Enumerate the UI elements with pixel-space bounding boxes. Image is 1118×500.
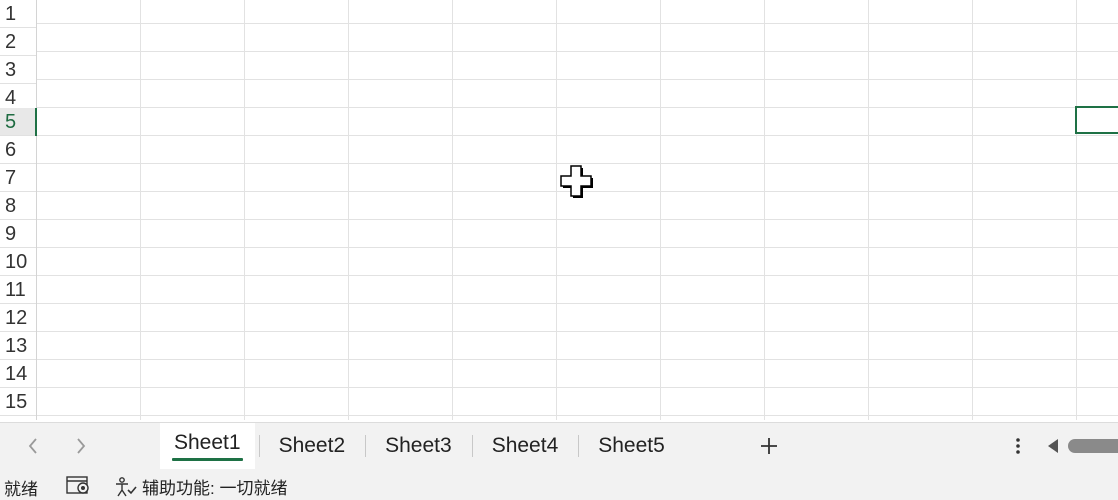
row-headers: 1 2 3 4 5 6 7 8 9 10 11 12 13 14 15 <box>0 0 37 420</box>
row-header[interactable]: 3 <box>0 56 36 84</box>
row-header[interactable]: 13 <box>0 332 36 360</box>
chevron-left-icon[interactable] <box>18 431 48 461</box>
accessibility-status[interactable]: 辅助功能: 一切就绪 <box>114 474 287 499</box>
macro-record-icon[interactable] <box>66 475 92 495</box>
row-header[interactable]: 15 <box>0 388 36 416</box>
sheet-tab-bar: Sheet1 Sheet2 Sheet3 Sheet4 Sheet5 <box>0 422 1118 469</box>
row-header[interactable]: 11 <box>0 276 36 304</box>
status-ready-text: 就绪 <box>4 480 38 499</box>
accessibility-icon <box>116 476 137 496</box>
horizontal-scrollbar[interactable] <box>1048 437 1118 455</box>
vertical-ellipsis-icon <box>1016 438 1020 454</box>
tab-sheet4[interactable]: Sheet4 <box>471 423 579 469</box>
tab-sheet5[interactable]: Sheet5 <box>578 423 685 469</box>
row-header[interactable]: 7 <box>0 164 36 192</box>
tab-label: Sheet2 <box>278 434 346 457</box>
more-options-button[interactable] <box>1006 431 1030 461</box>
row-header[interactable]: 9 <box>0 220 36 248</box>
row-header[interactable]: 1 <box>0 0 36 28</box>
status-bar: 就绪 辅助功能: 一切就绪 <box>0 469 1118 500</box>
accessibility-text: 辅助功能: 一切就绪 <box>142 479 288 498</box>
row-header[interactable]: 8 <box>0 192 36 220</box>
add-sheet-button[interactable] <box>752 431 786 461</box>
row-header[interactable]: 14 <box>0 360 36 388</box>
row-header[interactable]: 2 <box>0 28 36 56</box>
tab-label: Sheet4 <box>491 434 559 457</box>
sheet-tabs: Sheet1 Sheet2 Sheet3 Sheet4 Sheet5 <box>160 423 685 469</box>
chevron-right-icon[interactable] <box>66 431 96 461</box>
tab-label: Sheet3 <box>385 434 452 457</box>
cell-area[interactable] <box>37 0 1118 420</box>
scrollbar-thumb[interactable] <box>1068 439 1118 453</box>
scroll-left-arrow-icon[interactable] <box>1048 439 1058 453</box>
active-cell[interactable] <box>1075 106 1118 134</box>
tab-sheet2[interactable]: Sheet2 <box>258 423 366 469</box>
row-header-active[interactable]: 5 <box>0 108 37 136</box>
tab-label: Sheet1 <box>174 431 241 454</box>
tab-label: Sheet5 <box>598 434 665 457</box>
tab-sheet1[interactable]: Sheet1 <box>160 423 255 469</box>
row-header[interactable]: 6 <box>0 136 36 164</box>
spreadsheet-grid[interactable]: 1 2 3 4 5 6 7 8 9 10 11 12 13 14 15 <box>0 0 1118 420</box>
row-header[interactable]: 12 <box>0 304 36 332</box>
tab-sheet3[interactable]: Sheet3 <box>365 423 472 469</box>
row-header[interactable]: 10 <box>0 248 36 276</box>
cross-cursor-icon <box>560 165 593 198</box>
plus-icon <box>761 438 777 454</box>
